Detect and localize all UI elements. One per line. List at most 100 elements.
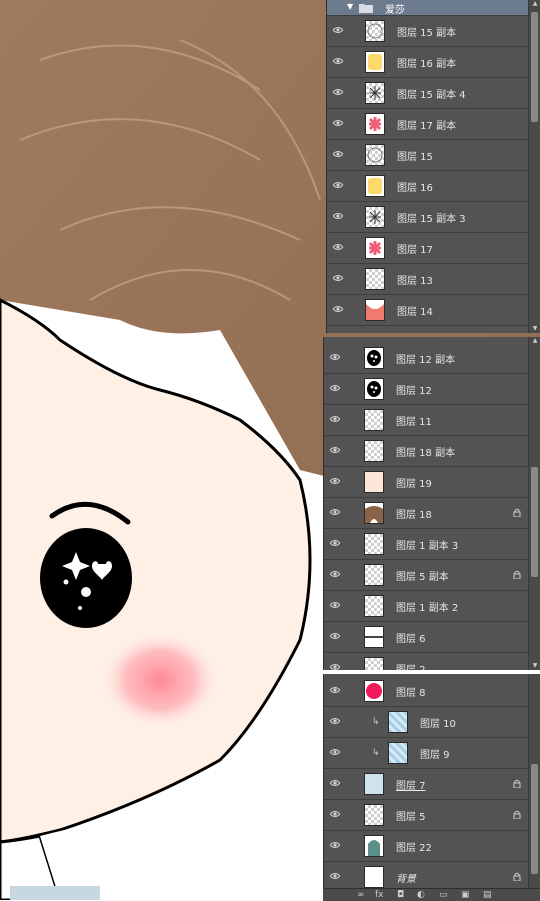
layer-thumbnail (365, 82, 385, 104)
layer-row[interactable]: 图层 15 (327, 140, 529, 171)
layer-row[interactable]: 图层 17 副本 (327, 109, 529, 140)
layer-group-row[interactable]: ▼ 爱莎 (327, 0, 529, 16)
layer-row[interactable]: 图层 12 副本 (324, 343, 529, 374)
scrollbar[interactable]: ▲ ▼ (528, 337, 540, 670)
layer-row[interactable]: 图层 5 (324, 800, 529, 831)
group-name: 爱莎 (385, 5, 405, 16)
layers-panel-3: 图层 8 ↳ 图层 10 ↳ 图层 9 图层 7 图层 5 图层 22 背景 (323, 674, 540, 888)
scrollbar[interactable]: ▲ ▼ (528, 0, 540, 333)
layer-row[interactable]: ↳ 图层 10 (324, 707, 529, 738)
eye-icon[interactable] (330, 717, 340, 725)
eye-icon[interactable] (330, 539, 340, 547)
eye-icon[interactable] (330, 570, 340, 578)
eye-icon[interactable] (333, 57, 343, 65)
eye-icon[interactable] (333, 119, 343, 127)
delete-icon[interactable]: ▤ (483, 890, 492, 900)
layer-name: 图层 15 副本 (397, 28, 457, 39)
layer-row[interactable]: 图层 16 副本 (327, 47, 529, 78)
layer-name: 图层 15 (397, 152, 433, 163)
link-icon[interactable]: ∞ (357, 890, 365, 900)
eye-icon[interactable] (333, 181, 343, 189)
layer-row[interactable]: 图层 16 (327, 171, 529, 202)
layer-name: 图层 2 (396, 661, 426, 670)
eye-icon[interactable] (330, 779, 340, 787)
eye-icon[interactable] (330, 748, 340, 756)
layer-row[interactable]: 图层 12 (324, 374, 529, 405)
layer-name: 背景 (396, 874, 416, 885)
layer-thumbnail (365, 144, 385, 166)
layer-name: 图层 19 (396, 479, 432, 490)
eye-icon[interactable] (330, 384, 340, 392)
layers-panel-1: ▼ 爱莎 图层 15 副本 图层 16 副本 图层 15 副本 4 图层 17 副本图… (326, 0, 540, 333)
layer-row[interactable]: 图层 18 副本 (324, 436, 529, 467)
scroll-up-icon[interactable]: ▲ (529, 337, 540, 345)
layer-row[interactable]: 图层 17 (327, 233, 529, 264)
eye (40, 528, 132, 628)
layer-row[interactable]: 图层 22 (324, 831, 529, 862)
layer-row[interactable]: 图层 14 (327, 295, 529, 326)
layer-name: 图层 13 (397, 276, 433, 287)
eye-icon[interactable] (333, 243, 343, 251)
new-group-icon[interactable]: ▭ (439, 890, 448, 900)
layer-thumbnail (365, 51, 385, 73)
layer-row[interactable]: 图层 2 (324, 653, 529, 670)
eye-icon[interactable] (330, 477, 340, 485)
eye-icon[interactable] (330, 415, 340, 423)
layer-name: 图层 9 (420, 750, 450, 761)
layer-row[interactable]: 图层 15 副本 (327, 16, 529, 47)
triangle-down-icon[interactable]: ▼ (347, 2, 353, 11)
layer-name: 图层 1 副本 2 (396, 603, 459, 614)
layer-row[interactable]: 图层 5 副本 (324, 560, 529, 591)
eye-icon[interactable] (333, 212, 343, 220)
scroll-up-icon[interactable]: ▲ (529, 0, 540, 8)
layer-thumbnail (365, 268, 385, 290)
adjustment-icon[interactable]: ◐ (417, 890, 425, 900)
layer-row[interactable]: 图层 15 副本 3 (327, 202, 529, 233)
layer-name: 图层 10 (420, 719, 456, 730)
eye-icon[interactable] (333, 150, 343, 158)
scroll-down-icon[interactable]: ▼ (529, 325, 540, 333)
eye-icon[interactable] (330, 353, 340, 361)
eye-icon[interactable] (330, 841, 340, 849)
eye-icon[interactable] (330, 810, 340, 818)
layer-thumbnail (365, 237, 385, 259)
new-layer-icon[interactable]: ▣ (461, 890, 470, 900)
layer-row[interactable]: 图层 1 副本 2 (324, 591, 529, 622)
layer-name: 图层 15 副本 3 (397, 214, 466, 225)
eye-icon[interactable] (330, 872, 340, 880)
eye-icon[interactable] (330, 663, 340, 670)
layer-row[interactable]: 背景 (324, 862, 529, 888)
eye-icon[interactable] (333, 88, 343, 96)
layer-thumbnail (364, 347, 384, 369)
layer-thumbnail (364, 595, 384, 617)
layer-row[interactable]: ↳ 图层 9 (324, 738, 529, 769)
scroll-down-icon[interactable]: ▼ (529, 662, 540, 670)
layer-name: 图层 6 (396, 634, 426, 645)
layer-name: 图层 7 (396, 781, 426, 792)
layer-row[interactable]: 图层 7 (324, 769, 529, 800)
lock-icon (513, 570, 521, 579)
eye-icon[interactable] (330, 632, 340, 640)
eye-icon[interactable] (333, 274, 343, 282)
layer-row[interactable]: 图层 6 (324, 622, 529, 653)
layer-row[interactable]: 图层 11 (324, 405, 529, 436)
eye-icon[interactable] (330, 446, 340, 454)
fx-icon[interactable]: fx (375, 890, 384, 900)
layer-thumbnail (364, 866, 384, 888)
layer-row[interactable]: 图层 19 (324, 467, 529, 498)
layer-row[interactable]: 图层 15 副本 4 (327, 78, 529, 109)
layer-row[interactable]: 图层 18 (324, 498, 529, 529)
clip-arrow-icon: ↳ (372, 748, 380, 758)
eye-icon[interactable] (330, 686, 340, 694)
layer-row[interactable]: 图层 13 (327, 264, 529, 295)
scrollbar[interactable] (528, 674, 540, 888)
eye-icon[interactable] (330, 601, 340, 609)
lock-icon (513, 779, 521, 788)
layer-row[interactable]: 图层 1 副本 3 (324, 529, 529, 560)
layer-name: 图层 17 (397, 245, 433, 256)
layer-row[interactable]: 图层 8 (324, 676, 529, 707)
mask-icon[interactable]: ◘ (397, 890, 404, 900)
eye-icon[interactable] (333, 26, 343, 34)
eye-icon[interactable] (330, 508, 340, 516)
eye-icon[interactable] (333, 305, 343, 313)
